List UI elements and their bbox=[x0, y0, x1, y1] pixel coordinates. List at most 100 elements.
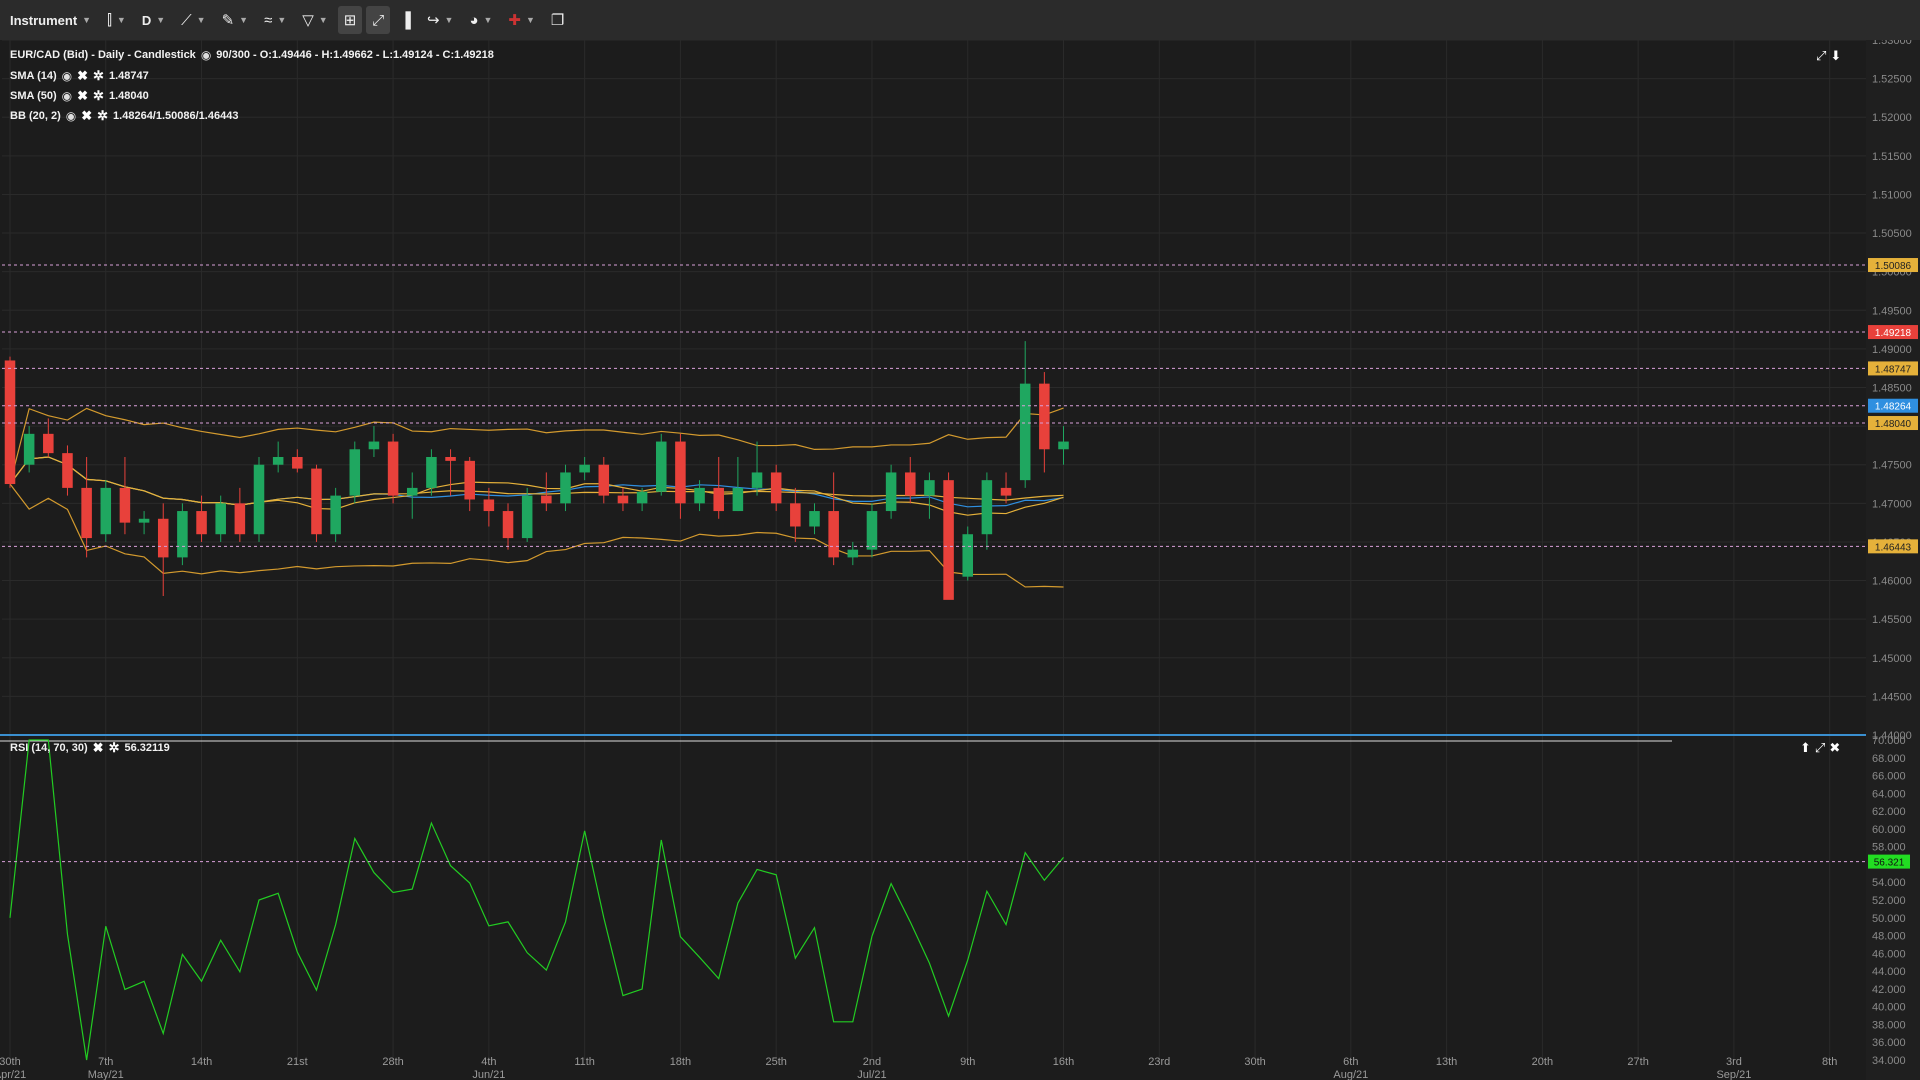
close-icon[interactable]: ✖ bbox=[93, 740, 104, 756]
candle-body bbox=[1039, 383, 1050, 450]
x-tick-sublabel: Aug/21 bbox=[1333, 1069, 1368, 1080]
legend-rsi: RSI (14, 70, 30) ✖ ✲ 56.32119 bbox=[10, 740, 170, 756]
period-menu[interactable]: D ▼ bbox=[136, 6, 171, 34]
candle-body bbox=[675, 441, 686, 504]
x-tick-sublabel: Apr/21 bbox=[0, 1069, 26, 1080]
candle-body bbox=[502, 511, 514, 539]
theme-icon[interactable]: ◕ ▼ bbox=[463, 6, 498, 34]
price-label-text: 1.49218 bbox=[1875, 328, 1912, 339]
eye-icon[interactable]: ◉ bbox=[62, 69, 72, 83]
candle-body bbox=[138, 518, 150, 523]
x-tick-sublabel: Sep/21 bbox=[1716, 1069, 1751, 1080]
rsi-tick-label: 58.000 bbox=[1872, 842, 1906, 854]
candle-body bbox=[617, 495, 629, 504]
candle-body bbox=[924, 480, 935, 496]
eye-icon[interactable]: ◉ bbox=[62, 89, 72, 103]
gear-icon[interactable]: ✲ bbox=[93, 88, 104, 104]
y-tick-label: 1.50500 bbox=[1872, 228, 1912, 240]
x-tick-sublabel: Jul/21 bbox=[857, 1069, 886, 1080]
close-icon[interactable]: ✖ bbox=[77, 68, 88, 84]
x-tick-sublabel: Jun/21 bbox=[472, 1069, 505, 1080]
rsi-tick-label: 34.000 bbox=[1872, 1055, 1906, 1067]
gear-icon[interactable]: ✲ bbox=[109, 740, 120, 756]
candle-body bbox=[732, 487, 744, 512]
x-tick-label: 16th bbox=[1053, 1056, 1074, 1068]
y-tick-label: 1.49000 bbox=[1872, 344, 1912, 356]
y-tick-label: 1.52500 bbox=[1872, 74, 1912, 86]
rsi-tick-label: 52.000 bbox=[1872, 895, 1906, 907]
candle-body bbox=[311, 468, 322, 535]
candle-body bbox=[751, 472, 763, 488]
download-icon[interactable]: ⬇ bbox=[1830, 48, 1841, 64]
candle-body bbox=[349, 449, 361, 496]
layout-icon[interactable]: ⊞ bbox=[337, 6, 363, 34]
y-tick-label: 1.47500 bbox=[1872, 460, 1912, 472]
eye-icon[interactable]: ◉ bbox=[66, 109, 76, 123]
rsi-tick-label: 70.000 bbox=[1872, 735, 1906, 747]
expand-icon[interactable]: ⤢ bbox=[1815, 740, 1825, 756]
line-tool-icon[interactable]: ⟋ ▼ bbox=[175, 6, 211, 34]
x-tick-label: 21st bbox=[287, 1056, 308, 1068]
x-tick-label: 7th bbox=[98, 1056, 113, 1068]
trend-icon[interactable]: ≈ ▼ bbox=[258, 6, 292, 34]
price-label-text: 1.50086 bbox=[1875, 261, 1912, 272]
y-tick-label: 1.44500 bbox=[1872, 691, 1912, 703]
candle-body bbox=[426, 457, 437, 488]
legend-sma14: SMA (14) ◉ ✖ ✲ 1.48747 bbox=[10, 68, 149, 84]
sma14-label: SMA (14) bbox=[10, 70, 57, 82]
window-icon[interactable]: ❐ bbox=[545, 6, 570, 34]
candle-body bbox=[406, 487, 418, 496]
close-icon[interactable]: ✖ bbox=[1829, 740, 1840, 756]
arrow-up-icon[interactable]: ⬆ bbox=[1800, 740, 1811, 756]
rsi-tick-label: 48.000 bbox=[1872, 931, 1906, 943]
chart-area[interactable]: 1.53000 1.52500 1.52000 1.51500 1.51000 1.505… bbox=[0, 35, 1920, 1080]
close-icon[interactable]: ✖ bbox=[81, 108, 92, 124]
rsi-tick-label: 54.000 bbox=[1872, 877, 1906, 889]
rsi-tick-label: 36.000 bbox=[1872, 1037, 1906, 1049]
instrument-menu[interactable]: Instrument ▼ bbox=[4, 6, 97, 34]
x-tick-label: 8th bbox=[1822, 1056, 1837, 1068]
gear-icon[interactable]: ✲ bbox=[93, 68, 104, 84]
chart-svg[interactable]: 1.53000 1.52500 1.52000 1.51500 1.51000 1.505… bbox=[0, 35, 1920, 1080]
candle-body bbox=[330, 495, 341, 535]
flag-uk-icon[interactable]: ✚ ▼ bbox=[502, 6, 541, 34]
candle-body bbox=[157, 518, 169, 558]
rsi-tick-label: 64.000 bbox=[1872, 788, 1906, 800]
sma50-label: SMA (50) bbox=[10, 90, 57, 102]
x-tick-label: 13th bbox=[1436, 1056, 1457, 1068]
bar-chart-icon[interactable]: ▐ bbox=[394, 6, 417, 34]
candle-body bbox=[905, 472, 916, 496]
rsi-tick-label: 42.000 bbox=[1872, 984, 1906, 996]
x-tick-label: 4th bbox=[481, 1056, 496, 1068]
close-icon[interactable]: ✖ bbox=[77, 88, 88, 104]
rsi-tick-label: 66.000 bbox=[1872, 771, 1906, 783]
y-tick-label: 1.51500 bbox=[1872, 151, 1912, 163]
share-icon[interactable]: ↪ ▼ bbox=[421, 6, 460, 34]
x-tick-label: 11th bbox=[574, 1056, 595, 1068]
ruler-icon[interactable]: ✎ ▼ bbox=[216, 6, 255, 34]
expand-icon[interactable]: ⤢ bbox=[1816, 48, 1826, 64]
candle-body bbox=[981, 480, 993, 535]
candle-body bbox=[1058, 441, 1069, 450]
x-tick-label: 18th bbox=[670, 1056, 691, 1068]
candle-body bbox=[43, 433, 54, 454]
eye-icon[interactable]: ◉ bbox=[201, 48, 211, 62]
y-tick-label: 1.46000 bbox=[1872, 576, 1912, 588]
candle-body bbox=[464, 460, 475, 500]
candle-body bbox=[62, 453, 73, 488]
candle-body bbox=[253, 464, 265, 535]
legend-main: EUR/CAD (Bid) - Daily - Candlestick ◉ 90… bbox=[10, 48, 494, 62]
x-tick-label: 6th bbox=[1343, 1056, 1358, 1068]
x-tick-label: 27th bbox=[1627, 1056, 1648, 1068]
y-tick-label: 1.49500 bbox=[1872, 305, 1912, 317]
candle-body bbox=[885, 472, 897, 512]
gear-icon[interactable]: ✲ bbox=[97, 108, 108, 124]
x-tick-label: 14th bbox=[191, 1056, 212, 1068]
candle-body bbox=[4, 360, 16, 485]
candlestick-icon[interactable]: ⫿ ▼ bbox=[101, 6, 132, 34]
shapes-icon[interactable]: ▽ ▼ bbox=[296, 6, 333, 34]
x-tick-label: 25th bbox=[765, 1056, 786, 1068]
fullscreen-icon[interactable]: ⤢ bbox=[366, 6, 391, 34]
x-tick-label: 23rd bbox=[1148, 1056, 1170, 1068]
price-label-text: 1.48040 bbox=[1875, 419, 1912, 430]
